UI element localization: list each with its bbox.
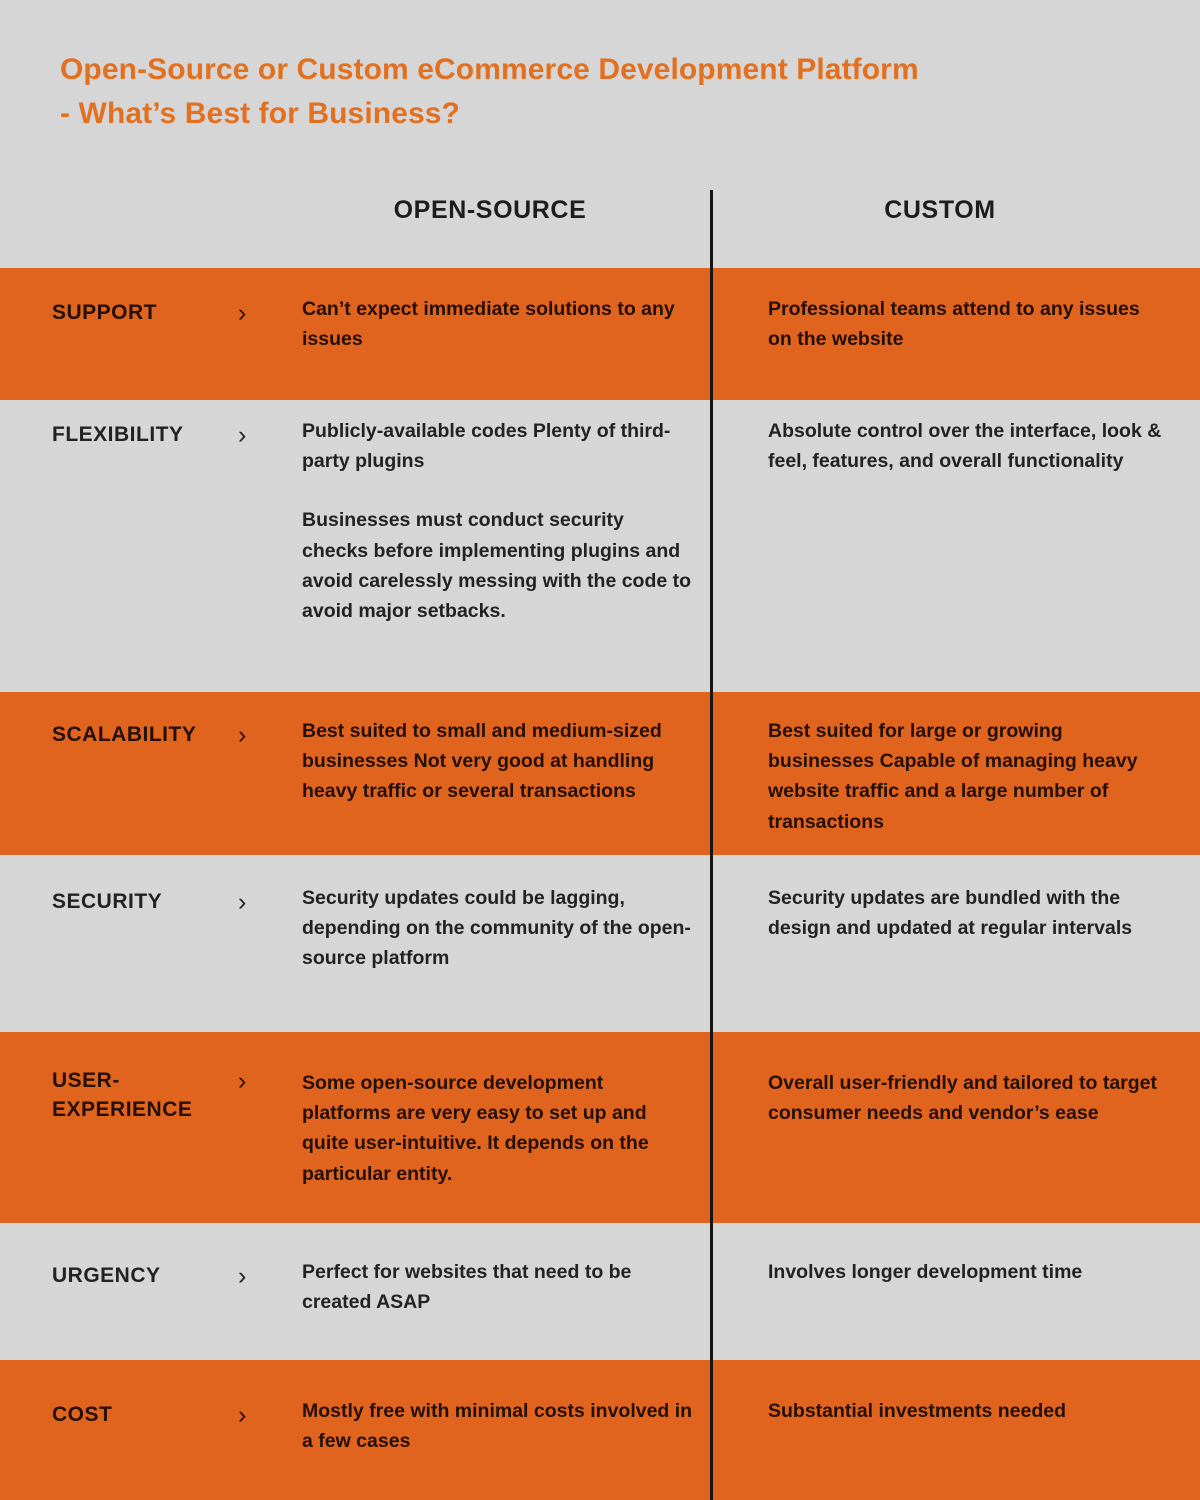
chevron-right-icon: › [238, 888, 247, 916]
cell-custom: Professional teams attend to any issues … [768, 294, 1166, 354]
cell-paragraph: Mostly free with minimal costs involved … [302, 1400, 693, 1453]
cell-paragraph: Businesses must conduct security checks … [302, 509, 692, 623]
comparison-row: SUPPORT › Can’t expect immediate solutions… [0, 268, 1200, 400]
comparison-row: COST › Mostly free with minimal costs invo… [0, 1360, 1200, 1500]
cell-paragraph: Professional teams attend to any issues … [768, 298, 1140, 351]
cell-paragraph: Involves longer development time [768, 1261, 1083, 1283]
comparison-row: SECURITY › Security updates could be laggi… [0, 855, 1200, 1032]
chevron-right-icon: › [238, 421, 247, 449]
cell-custom: Best suited for large or growing busines… [768, 716, 1166, 837]
cell-paragraph: Absolute control over the interface, loo… [768, 420, 1162, 473]
infographic-root: Open-Source or Custom eCommerce Developm… [0, 0, 1200, 1500]
chevron-right-icon: › [238, 1401, 247, 1429]
cell-paragraph: Perfect for websites that need to be cre… [302, 1261, 632, 1314]
chevron-right-icon: › [238, 299, 247, 327]
comparison-row: FLEXIBILITY › Publicly-available codes Ple… [0, 400, 1200, 692]
comparison-row: URGENCY › Perfect for websites that need t… [0, 1223, 1200, 1360]
row-label: URGENCY [52, 1264, 161, 1287]
chevron-right-icon: › [238, 1067, 247, 1095]
row-label: FLEXIBILITY [52, 423, 184, 446]
cell-paragraph: Best suited for large or growing busines… [768, 720, 1138, 833]
cell-paragraph: Security updates are bundled with the de… [768, 887, 1133, 940]
cell-open-source: Mostly free with minimal costs involved … [302, 1396, 694, 1456]
cell-paragraph: Publicly-available codes Plenty of third… [302, 420, 671, 473]
cell-open-source: Publicly-available codes Plenty of third… [302, 416, 694, 626]
cell-custom: Security updates are bundled with the de… [768, 883, 1166, 943]
row-label: SUPPORT [52, 301, 158, 324]
comparison-rows: SUPPORT › Can’t expect immediate solutions… [0, 0, 1200, 1500]
cell-paragraph: Security updates could be lagging, depen… [302, 887, 691, 970]
row-label: COST [52, 1403, 113, 1426]
cell-open-source: Perfect for websites that need to be cre… [302, 1257, 694, 1317]
cell-paragraph: Substantial investments needed [768, 1400, 1066, 1422]
cell-custom: Overall user-friendly and tailored to ta… [768, 1068, 1166, 1128]
cell-paragraph: Best suited to small and medium-sized bu… [302, 720, 662, 803]
cell-paragraph: Some open-source development platforms a… [302, 1072, 649, 1185]
comparison-row: SCALABILITY › Best suited to small and med… [0, 692, 1200, 855]
comparison-row: USER-EXPERIENCE › Some open-source develop… [0, 1032, 1200, 1223]
cell-custom: Involves longer development time [768, 1257, 1166, 1287]
row-label: SCALABILITY [52, 723, 197, 746]
column-divider [710, 190, 713, 1500]
cell-open-source: Can’t expect immediate solutions to any … [302, 294, 694, 354]
row-label: USER-EXPERIENCE [52, 1069, 193, 1122]
chevron-right-icon: › [238, 721, 247, 749]
chevron-right-icon: › [238, 1262, 247, 1290]
cell-open-source: Best suited to small and medium-sized bu… [302, 716, 694, 807]
cell-open-source: Some open-source development platforms a… [302, 1068, 694, 1189]
cell-paragraph: Can’t expect immediate solutions to any … [302, 298, 675, 351]
cell-custom: Substantial investments needed [768, 1396, 1166, 1426]
row-label: SECURITY [52, 890, 163, 913]
cell-custom: Absolute control over the interface, loo… [768, 416, 1166, 476]
cell-paragraph: Overall user-friendly and tailored to ta… [768, 1072, 1158, 1125]
cell-open-source: Security updates could be lagging, depen… [302, 883, 694, 974]
